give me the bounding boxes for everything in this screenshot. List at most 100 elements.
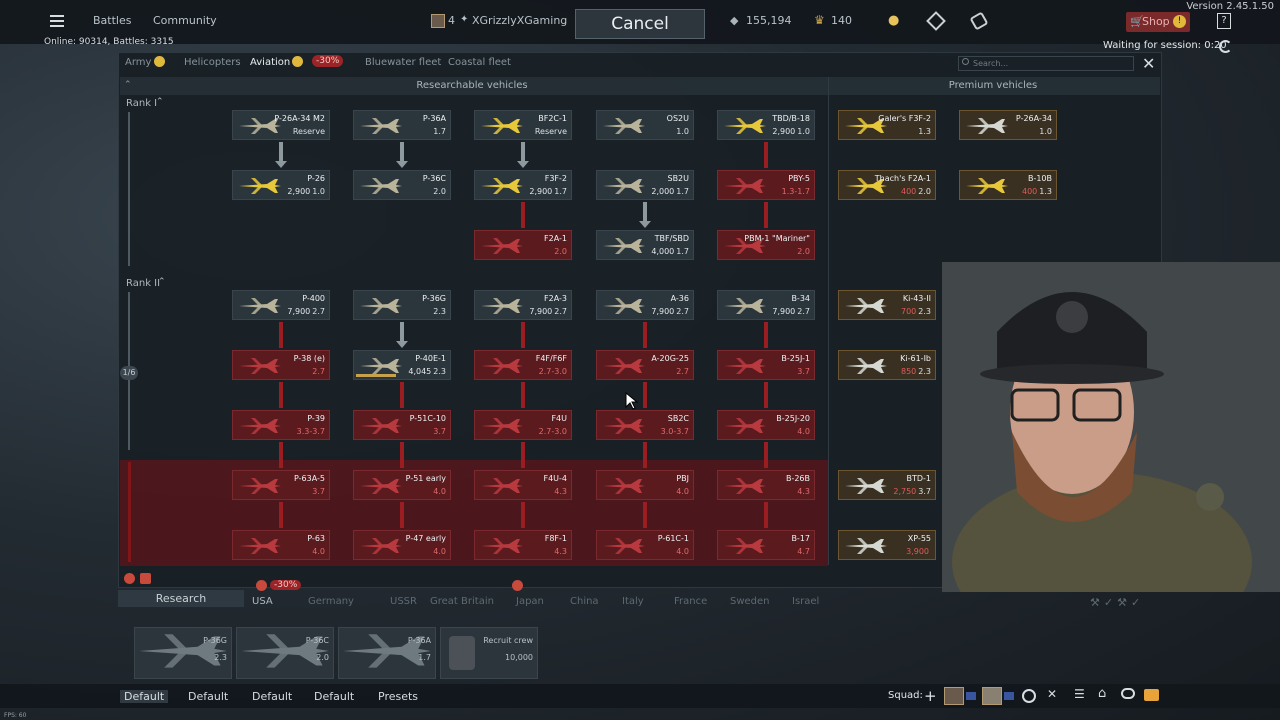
vehicle-name: PBY-5 bbox=[788, 174, 810, 183]
presets-button[interactable]: Presets bbox=[378, 690, 418, 703]
avatar[interactable] bbox=[431, 14, 445, 28]
chevron-up-icon[interactable]: ⌃ bbox=[158, 277, 166, 287]
preset-default-button[interactable]: Default bbox=[314, 690, 354, 703]
vehicle-name: TBF/SBD bbox=[654, 234, 689, 243]
vehicle-card[interactable]: F2A-1 2.0 bbox=[474, 230, 572, 260]
vehicle-card[interactable]: P-26A-34 M2 Reserve bbox=[232, 110, 330, 140]
list-icon[interactable]: ☰ bbox=[1074, 687, 1085, 701]
help-icon[interactable]: ? bbox=[1217, 13, 1231, 29]
vehicle-card[interactable]: PBJ 4.0 bbox=[596, 470, 694, 500]
nation-tab-italy[interactable]: Italy bbox=[622, 596, 644, 607]
preset-default-button[interactable]: Default bbox=[188, 690, 228, 703]
vehicle-card[interactable]: P-36C 2.0 bbox=[353, 170, 451, 200]
vehicle-card[interactable]: F3F-2 2,900 1.7 bbox=[474, 170, 572, 200]
filter-icons[interactable]: ⚒✓⚒✓ bbox=[1090, 596, 1144, 609]
battles-menu[interactable]: Battles bbox=[93, 14, 131, 27]
vehicle-card[interactable]: P-40E-1 4,045 2.3 bbox=[353, 350, 451, 380]
vehicle-card[interactable]: P-26A-34 1.0 bbox=[959, 110, 1057, 140]
vehicle-card[interactable]: Galer's F3F-2 1.3 bbox=[838, 110, 936, 140]
vehicle-card[interactable]: F2A-3 7,900 2.7 bbox=[474, 290, 572, 320]
nation-tab-sweden[interactable]: Sweden bbox=[730, 596, 770, 607]
preset-default-button[interactable]: Default bbox=[120, 690, 169, 703]
vehicle-card[interactable]: Ki-61-Ib 850 2.3 bbox=[838, 350, 936, 380]
close-icon[interactable]: ✕ bbox=[1142, 54, 1155, 73]
avatar[interactable] bbox=[944, 687, 964, 705]
crew-slot[interactable]: P-36C 2.0 bbox=[236, 627, 334, 679]
lightbulb-icon[interactable]: ● bbox=[888, 13, 899, 28]
vehicle-card[interactable]: P-39 3.3-3.7 bbox=[232, 410, 330, 440]
vehicle-card[interactable]: A-20G-25 2.7 bbox=[596, 350, 694, 380]
vehicle-card[interactable]: P-61C-1 4.0 bbox=[596, 530, 694, 560]
house-icon[interactable]: ⌂ bbox=[1098, 686, 1106, 701]
vehicle-card[interactable]: TBF/SBD 4,000 1.7 bbox=[596, 230, 694, 260]
mail-icon[interactable] bbox=[1144, 689, 1159, 701]
nation-tab-germany[interactable]: Germany bbox=[308, 596, 354, 607]
rank-1-label[interactable]: Rank I bbox=[126, 98, 157, 109]
nation-tab-ussr[interactable]: USSR bbox=[390, 596, 417, 607]
vehicle-card[interactable]: P-26 2,900 1.0 bbox=[232, 170, 330, 200]
vehicle-card[interactable]: P-63 4.0 bbox=[232, 530, 330, 560]
avatar[interactable] bbox=[982, 687, 1002, 705]
vehicle-card[interactable]: SB2U 2,000 1.7 bbox=[596, 170, 694, 200]
vehicle-card[interactable]: PBY-5 1.3-1.7 bbox=[717, 170, 815, 200]
nation-tab-israel[interactable]: Israel bbox=[792, 596, 819, 607]
chat-icon[interactable] bbox=[1121, 688, 1135, 699]
vehicle-card[interactable]: P-47 early 4.0 bbox=[353, 530, 451, 560]
preset-default-button[interactable]: Default bbox=[252, 690, 292, 703]
vehicle-card[interactable]: B-25J-20 4.0 bbox=[717, 410, 815, 440]
vehicle-card[interactable]: P-36A 1.7 bbox=[353, 110, 451, 140]
tab-army[interactable]: Army bbox=[125, 57, 151, 68]
nation-tab-france[interactable]: France bbox=[674, 596, 707, 607]
vehicle-card[interactable]: PBM-1 "Mariner" 2.0 bbox=[717, 230, 815, 260]
tab-aviation[interactable]: Aviation bbox=[250, 57, 290, 68]
vehicle-card[interactable]: F8F-1 4.3 bbox=[474, 530, 572, 560]
rank-2-label[interactable]: Rank II bbox=[126, 278, 160, 289]
nation-tab-usa[interactable]: USA bbox=[252, 596, 273, 607]
vehicle-card[interactable]: BF2C-1 Reserve bbox=[474, 110, 572, 140]
vehicle-card[interactable]: B-34 7,900 2.7 bbox=[717, 290, 815, 320]
vehicle-card[interactable]: OS2U 1.0 bbox=[596, 110, 694, 140]
aircraft-icon bbox=[481, 178, 523, 194]
player-name[interactable]: XGrizzlyXGaming bbox=[472, 14, 567, 27]
vehicle-card[interactable]: BTD-1 2,750 3.7 bbox=[838, 470, 936, 500]
vehicle-card[interactable]: B-26B 4.3 bbox=[717, 470, 815, 500]
vehicle-card[interactable]: Thach's F2A-1 400 2.0 bbox=[838, 170, 936, 200]
wt-logo-icon[interactable] bbox=[1022, 689, 1036, 703]
vehicle-card[interactable]: F4U 2.7-3.0 bbox=[474, 410, 572, 440]
research-toggle-button[interactable]: Research bbox=[118, 590, 244, 607]
tab-coastal-fleet[interactable]: Coastal fleet bbox=[448, 57, 511, 68]
crew-slot[interactable]: P-36G 2.3 bbox=[134, 627, 232, 679]
vehicle-card[interactable]: F4U-4 4.3 bbox=[474, 470, 572, 500]
nation-tab-china[interactable]: China bbox=[570, 596, 599, 607]
vehicle-card[interactable]: F4F/F6F 2.7-3.0 bbox=[474, 350, 572, 380]
crew-slot[interactable]: P-36A 1.7 bbox=[338, 627, 436, 679]
vehicle-card[interactable]: XP-55 3,900 bbox=[838, 530, 936, 560]
menu-icon[interactable] bbox=[50, 15, 64, 27]
close-icon[interactable]: ✕ bbox=[1047, 687, 1057, 701]
community-menu[interactable]: Community bbox=[153, 14, 217, 27]
recruit-crew-slot[interactable]: Recruit crew 10,000 bbox=[440, 627, 538, 679]
vehicle-card[interactable]: Ki-43-II 700 2.3 bbox=[838, 290, 936, 320]
vehicle-card[interactable]: B-10B 400 1.3 bbox=[959, 170, 1057, 200]
search-input[interactable]: Search... bbox=[958, 56, 1134, 71]
vehicle-card[interactable]: P-36G 2.3 bbox=[353, 290, 451, 320]
tab-helicopters[interactable]: Helicopters bbox=[184, 57, 241, 68]
vehicle-card[interactable]: P-51C-10 3.7 bbox=[353, 410, 451, 440]
vehicle-card[interactable]: B-25J-1 3.7 bbox=[717, 350, 815, 380]
vehicle-card[interactable]: SB2C 3.0-3.7 bbox=[596, 410, 694, 440]
tab-bluewater-fleet[interactable]: Bluewater fleet bbox=[365, 57, 441, 68]
nation-tab-great-britain[interactable]: Great Britain bbox=[430, 596, 494, 607]
vehicle-card[interactable]: A-36 7,900 2.7 bbox=[596, 290, 694, 320]
chevron-up-icon[interactable]: ⌃ bbox=[156, 97, 164, 107]
add-squad-icon[interactable]: + bbox=[924, 687, 937, 705]
nation-tab-japan[interactable]: Japan bbox=[516, 596, 544, 607]
vehicle-card[interactable]: P-63A-5 3.7 bbox=[232, 470, 330, 500]
vehicle-card[interactable]: P-38 (e) 2.7 bbox=[232, 350, 330, 380]
vehicle-card[interactable]: B-17 4.7 bbox=[717, 530, 815, 560]
cancel-button[interactable]: Cancel bbox=[575, 9, 705, 39]
vehicle-card[interactable]: P-400 7,900 2.7 bbox=[232, 290, 330, 320]
rank-progress-badge: 1/6 bbox=[120, 366, 138, 380]
vehicle-battle-rating: 4.7 bbox=[797, 547, 810, 556]
vehicle-card[interactable]: P-51 early 4.0 bbox=[353, 470, 451, 500]
vehicle-card[interactable]: TBD/B-18 2,900 1.0 bbox=[717, 110, 815, 140]
